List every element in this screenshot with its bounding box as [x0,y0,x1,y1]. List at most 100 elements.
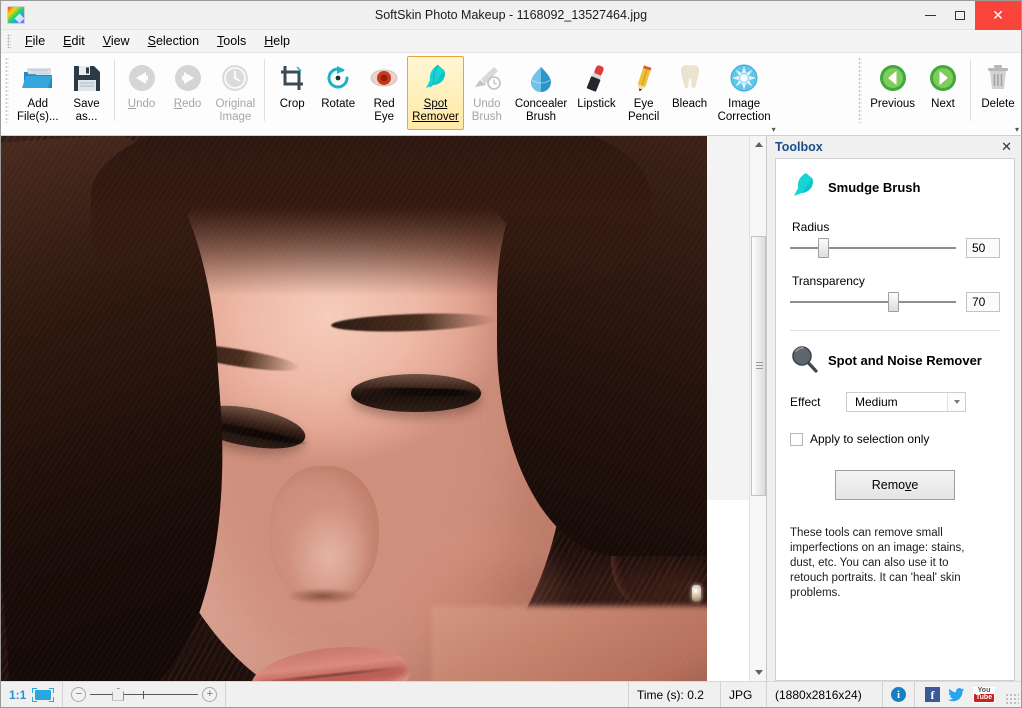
nav-overflow-chevron-icon[interactable]: ▾ [1015,126,1019,134]
open-folder-icon [20,61,56,95]
fit-icon-corner-tl [32,688,37,693]
toolbox-close-icon[interactable]: ✕ [998,139,1015,155]
chevron-up-icon [755,142,763,147]
zoom-slider[interactable] [90,687,198,703]
close-icon: ✕ [992,8,1004,22]
rotate-button[interactable]: Rotate [315,56,361,130]
remove-label-post: e [911,478,918,492]
original-image-button[interactable]: Original Image [211,56,261,130]
lipstick-button[interactable]: Lipstick [572,56,620,130]
save-as-button[interactable]: Save as... [64,56,110,130]
menu-item-tools[interactable]: Tools [208,32,255,50]
label-line2: Image [219,111,251,123]
trash-icon [980,61,1016,95]
label-line1: Eye [634,98,654,110]
concealer-brush-button[interactable]: Concealer Brush [510,56,572,130]
maximize-button[interactable] [945,1,975,30]
radius-slider[interactable] [790,238,956,258]
menu-mnemonic: E [63,34,71,48]
menu-grip-icon[interactable] [7,34,11,48]
scrollbar-thumb[interactable] [751,236,766,496]
spot-remover-button[interactable]: Spot Remover [407,56,464,130]
zoom-out-button[interactable]: − [71,687,86,702]
radius-slider-thumb[interactable] [818,238,829,258]
chevron-down-icon [954,400,960,404]
effect-dropdown[interactable]: Medium [846,392,966,412]
portrait-photo[interactable] [1,136,707,681]
radius-value-field[interactable]: 50 [966,238,1000,258]
crop-button[interactable]: Crop [269,56,315,130]
zoom-slider-thumb[interactable] [112,688,124,701]
image-canvas-area[interactable] [1,136,766,681]
maximize-icon [955,11,965,20]
minimize-button[interactable] [915,1,945,30]
label-line1: Add [28,98,48,110]
menu-item-selection[interactable]: Selection [139,32,208,50]
resize-grip-icon[interactable] [1005,693,1019,705]
transparency-value-field[interactable]: 70 [966,292,1000,312]
scrollbar-grip-icon [756,362,763,370]
label-line1: Save [73,98,99,110]
eye-pencil-label: Eye Pencil [628,98,659,124]
undo-arrow-icon [124,61,160,95]
zoom-in-button[interactable]: + [202,687,217,702]
radius-label: Radius [792,220,1000,234]
youtube-icon[interactable]: You Tube [973,687,995,703]
undo-brush-button[interactable]: Undo Brush [464,56,510,130]
fit-to-screen-icon[interactable] [32,688,54,702]
undo-button[interactable]: Undo [119,56,165,130]
toolbar-grip-icon[interactable] [5,57,9,123]
status-info-cell[interactable]: i [883,682,915,707]
twitter-icon[interactable] [948,688,965,702]
dropdown-arrow-button[interactable] [947,393,965,411]
menu-item-help[interactable]: Help [255,32,299,50]
previous-button[interactable]: Previous [865,56,920,130]
menu-item-file[interactable]: File [16,32,54,50]
rotate-label: Rotate [321,98,355,111]
redo-button[interactable]: Redo [165,56,211,130]
label-line2: Correction [718,111,771,123]
zoom-ratio-cell[interactable]: 1:1 [1,682,63,707]
info-icon[interactable]: i [891,687,906,702]
menu-item-edit[interactable]: Edit [54,32,94,50]
fit-icon-corner-tr [49,688,54,693]
transparency-slider-thumb[interactable] [888,292,899,312]
transparency-slider[interactable] [790,292,956,312]
red-eye-icon [366,61,402,95]
smudge-brush-section-header: Smudge Brush [790,171,1000,204]
fit-icon-corner-br [49,697,54,702]
nav-group-grip-icon[interactable] [858,57,862,123]
toolbar-separator [264,59,265,121]
toolbar-overflow-chevron-icon[interactable]: ▾ [772,126,776,134]
next-label: Next [931,98,955,111]
apply-to-selection-row[interactable]: Apply to selection only [790,432,1000,446]
image-correction-button[interactable]: Image Correction [713,56,776,130]
delete-button[interactable]: Delete [975,56,1021,130]
remove-button[interactable]: Remove [835,470,955,500]
apply-to-selection-checkbox[interactable] [790,433,803,446]
toolbox-content: Smudge Brush Radius 50 Transparency [775,158,1015,681]
add-files-button[interactable]: Add File(s)... [12,56,64,130]
toolbox-panel: Toolbox ✕ Smudge Brush Radius [766,136,1021,681]
scroll-down-button[interactable] [750,664,766,681]
spot-remover-label: Spot Remover [412,98,459,124]
youtube-top-text: You [978,687,991,694]
red-eye-button[interactable]: Red Eye [361,56,407,130]
scroll-up-button[interactable] [750,136,766,153]
status-dimensions: (1880x2816x24) [767,682,883,707]
arrow-right-circle-icon [925,61,961,95]
facebook-icon[interactable]: f [925,687,940,702]
radius-slider-track [790,247,956,249]
toolbox-title: Toolbox [775,140,823,154]
eye-pencil-button[interactable]: Eye Pencil [621,56,667,130]
arrow-left-circle-icon [875,61,911,95]
minimize-icon [925,15,936,16]
menu-item-view[interactable]: View [94,32,139,50]
canvas-vertical-scrollbar[interactable] [749,136,766,681]
next-button[interactable]: Next [920,56,966,130]
label-line2: Eye [374,111,394,123]
close-button[interactable]: ✕ [975,1,1021,30]
bleach-button[interactable]: Bleach [667,56,713,130]
toolbar-separator [114,59,115,121]
photo-layer-neck [431,606,707,681]
